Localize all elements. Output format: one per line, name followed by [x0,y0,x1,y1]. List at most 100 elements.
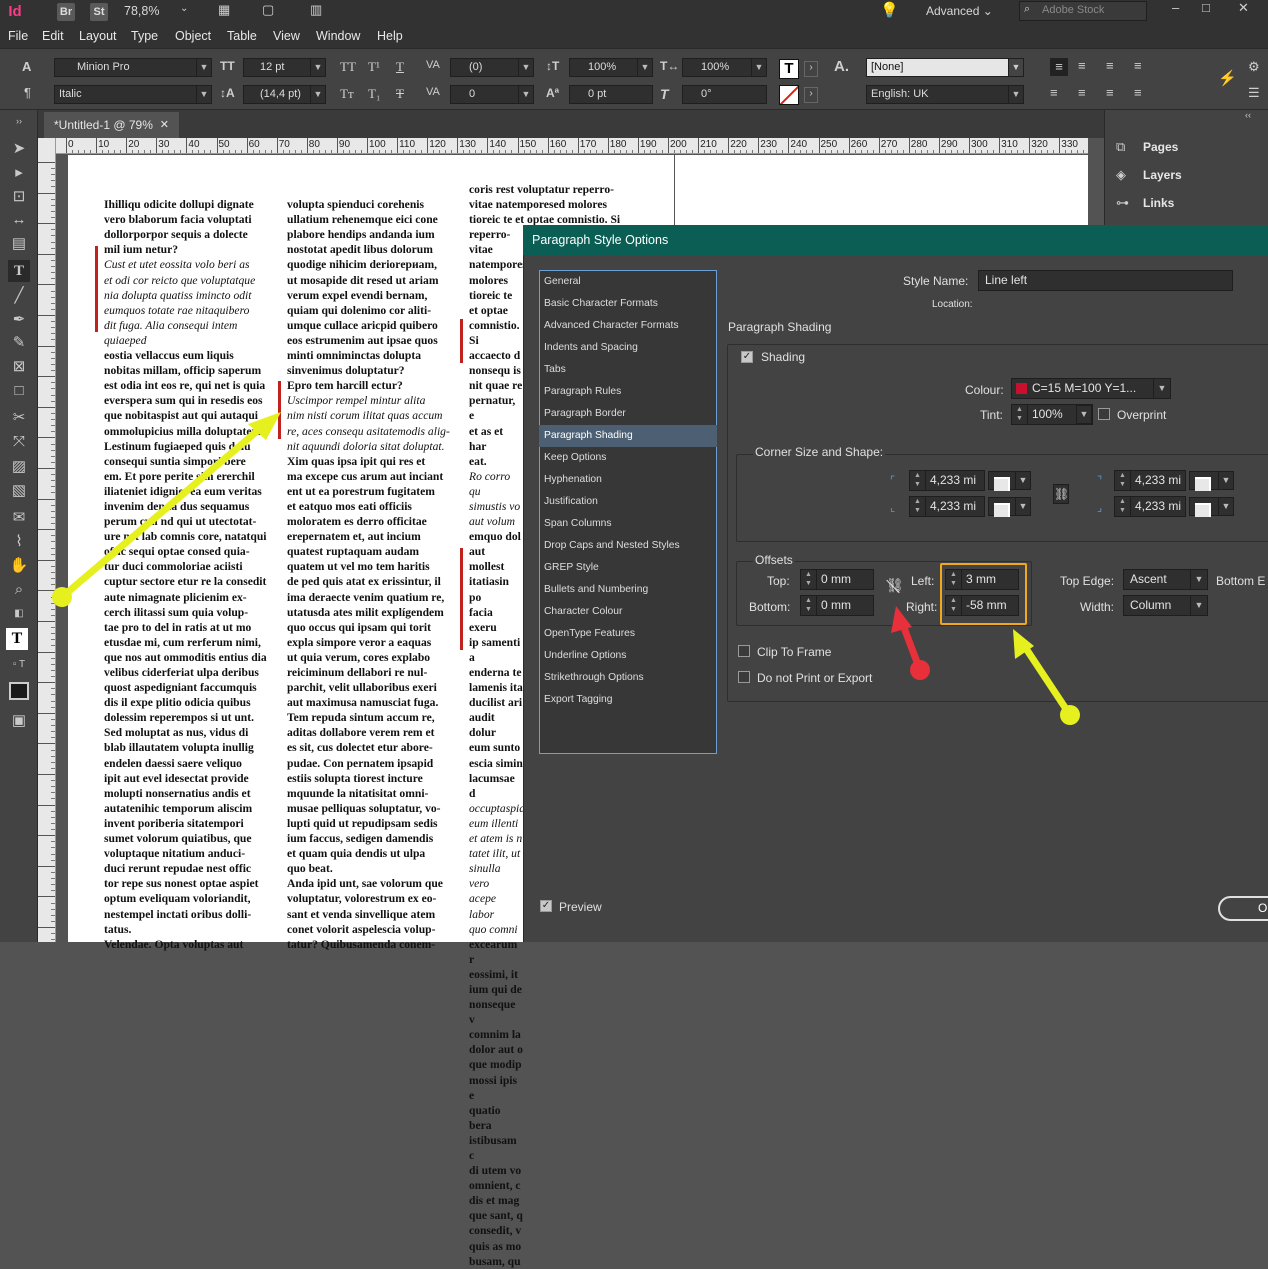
view-options-icon[interactable]: ▦ [218,2,230,18]
stepper-icon[interactable]: ▲ ▼ [1115,471,1131,490]
character-style-field[interactable]: [None] ▼ [866,58,1024,77]
chevron-down-icon[interactable]: ▼ [1008,86,1023,103]
style-name-input[interactable]: Line left [978,270,1233,291]
category-export-tagging[interactable]: Export Tagging [539,689,717,711]
small-caps-icon[interactable]: Tт [340,86,354,102]
chevron-down-icon[interactable]: ▼ [1015,497,1031,516]
chevron-down-icon[interactable]: ▼ [518,86,533,103]
category-strikethrough-options[interactable]: Strikethrough Options [539,667,717,689]
zoom-level[interactable]: 78,8% [124,4,159,18]
type-tool-icon[interactable]: T [8,260,30,282]
underline-icon[interactable]: T [396,59,404,75]
category-underline-options[interactable]: Underline Options [539,645,717,667]
eyedropper-tool-icon[interactable]: ⌇ [8,531,30,553]
workspace-switcher[interactable]: Advanced ⌄ [926,4,993,18]
corner-top-left-size[interactable]: ▲ ▼ 4,233 mi [909,470,985,491]
menu-object[interactable]: Object [175,29,211,43]
zoom-tool-icon[interactable]: ⌕ [8,579,30,601]
category-indents-and-spacing[interactable]: Indents and Spacing [539,337,717,359]
pencil-tool-icon[interactable]: ✎ [8,332,30,354]
document-tab[interactable]: *Untitled-1 @ 79% ✕ [44,112,179,138]
chevron-down-icon[interactable]: ▼ [1153,379,1170,398]
restore-icon[interactable]: □ [1202,0,1210,15]
preview-checkbox[interactable]: ✓ [540,900,552,912]
content-collector-icon[interactable]: ▤ [8,233,30,255]
paragraph-formatting-icon[interactable]: ¶ [24,85,31,100]
menu-window[interactable]: Window [316,29,360,43]
subscript-icon[interactable]: T₁ [368,86,380,102]
fill-stroke-swatch-icon[interactable]: T [6,628,28,650]
menu-edit[interactable]: Edit [42,29,64,43]
chevron-down-icon[interactable]: ▼ [1218,471,1234,490]
collapse-toolbar-icon[interactable]: ›› [8,110,30,132]
adobe-stock-search[interactable]: Adobe Stock [1019,1,1147,21]
category-character-colour[interactable]: Character Colour [539,601,717,623]
chevron-down-icon[interactable]: ▼ [1076,405,1092,424]
stepper-icon[interactable]: ▲ ▼ [910,471,926,490]
stepper-icon[interactable]: ▲ ▼ [1115,497,1131,516]
chevron-down-icon[interactable]: ▼ [310,86,325,103]
links-icon[interactable]: ⊶ [1116,195,1129,211]
screen-mode-normal-icon[interactable]: ▣ [8,710,30,732]
stepper-icon[interactable]: ▲ ▼ [1012,405,1028,424]
line-tool-icon[interactable]: ╱ [8,285,30,307]
menu-help[interactable]: Help [377,29,403,43]
text-column-2[interactable]: volupta spienduci corehenis ullatium reh… [287,182,450,952]
category-hyphenation[interactable]: Hyphenation [539,469,717,491]
category-opentype-features[interactable]: OpenType Features [539,623,717,645]
category-basic-character-formats[interactable]: Basic Character Formats [539,293,717,315]
clip-to-frame-checkbox[interactable] [738,645,750,657]
category-tabs[interactable]: Tabs [539,359,717,381]
corner-top-right-size[interactable]: ▲ ▼ 4,233 mi [1114,470,1186,491]
shading-checkbox[interactable]: ✓ [741,351,753,363]
colour-select[interactable]: C=15 M=100 Y=1... ▼ [1011,378,1171,399]
character-formatting-icon[interactable]: A [22,59,31,74]
corner-top-right-shape[interactable] [1189,471,1219,491]
category-drop-caps-and-nested-styles[interactable]: Drop Caps and Nested Styles [539,535,717,557]
scissors-tool-icon[interactable]: ✂ [8,407,30,429]
chevron-right-icon[interactable]: › [804,87,818,103]
rectangle-frame-tool-icon[interactable]: ⊠ [8,356,30,378]
skew-field[interactable]: 0° [682,85,767,104]
page-tool-icon[interactable]: ⊡ [8,186,30,208]
gradient-swatch-tool-icon[interactable]: ▨ [8,456,30,478]
corner-bottom-left-shape[interactable] [988,497,1018,517]
justify-left-icon[interactable]: ≡ [1050,85,1058,100]
stepper-icon[interactable]: ▲ ▼ [801,596,817,615]
text-column-1[interactable]: Ihilliqu odicite dollupi dignate vero bl… [104,182,267,952]
direct-selection-tool-icon[interactable]: ▸ [8,162,30,184]
stepper-icon[interactable]: ▲ ▼ [801,570,817,589]
category-paragraph-border[interactable]: Paragraph Border [539,403,717,425]
font-style-field[interactable]: Italic ▼ [54,85,212,104]
note-tool-icon[interactable]: ✉ [8,507,30,529]
chevron-down-icon[interactable]: ▼ [1008,59,1023,76]
align-right-icon[interactable]: ≡ [1106,58,1114,73]
minimize-icon[interactable]: – [1172,0,1179,15]
corner-top-left-shape[interactable] [988,471,1018,491]
unlink-offsets-icon[interactable]: ⛓ [886,577,904,594]
category-bullets-and-numbering[interactable]: Bullets and Numbering [539,579,717,601]
category-general[interactable]: General [539,271,717,293]
align-left-icon[interactable]: ≡ [1050,58,1068,76]
top-offset-input[interactable]: ▲ ▼ 0 mm [800,569,874,590]
menu-layout[interactable]: Layout [79,29,117,43]
strikethrough-icon[interactable]: T [396,86,404,102]
layers-icon[interactable]: ◈ [1116,167,1126,183]
selection-tool-icon[interactable]: ➤ [8,138,30,160]
vertical-ruler[interactable] [38,138,56,942]
category-paragraph-shading[interactable]: Paragraph Shading [539,425,717,447]
chevron-down-icon[interactable]: ▼ [1190,596,1207,615]
align-center-icon[interactable]: ≡ [1078,58,1086,73]
vertical-scale-field[interactable]: 100% ▼ [569,58,653,77]
chevron-down-icon[interactable]: ▼ [1190,570,1207,589]
panel-menu-icon[interactable]: ☰ [1248,85,1260,101]
chevron-down-icon[interactable]: ▼ [1015,471,1031,490]
arrange-documents-icon[interactable]: ▥ [310,2,322,18]
top-edge-select[interactable]: Ascent ▼ [1123,569,1208,590]
superscript-icon[interactable]: T¹ [368,59,380,75]
collapse-panels-icon[interactable]: ‹‹ [1245,110,1251,120]
align-towards-spine-icon[interactable]: ≡ [1134,58,1142,73]
text-fill-icon[interactable]: T [779,59,799,79]
gap-tool-icon[interactable]: ↔ [8,209,30,231]
kerning-field[interactable]: (0) ▼ [450,58,534,77]
